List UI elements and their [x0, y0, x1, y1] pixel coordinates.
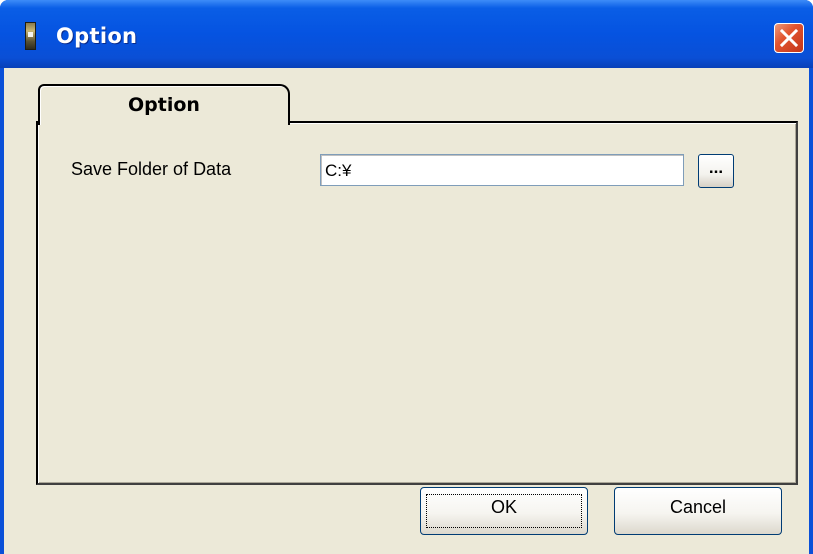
tab-option[interactable]: Option [38, 84, 290, 125]
browse-folder-button[interactable]: ... [698, 154, 734, 188]
cancel-button-label: Cancel [669, 497, 727, 517]
dialog-client-area: Option Save Folder of Data C:¥ ... OK Ca… [4, 68, 809, 554]
save-folder-input[interactable]: C:¥ [320, 154, 684, 186]
window-title: Option [56, 24, 138, 48]
title-bar[interactable]: Option [0, 0, 813, 68]
app-icon [25, 22, 36, 50]
ok-button-label: OK [490, 497, 517, 517]
ok-button[interactable]: OK [420, 487, 588, 535]
option-dialog-window: Option Option Save Folder of Data C:¥ ..… [0, 0, 813, 554]
close-button[interactable] [774, 23, 804, 53]
save-folder-label: Save Folder of Data [71, 159, 232, 179]
close-icon [779, 28, 799, 48]
cancel-button[interactable]: Cancel [614, 487, 782, 535]
tab-option-label: Option [128, 94, 200, 116]
